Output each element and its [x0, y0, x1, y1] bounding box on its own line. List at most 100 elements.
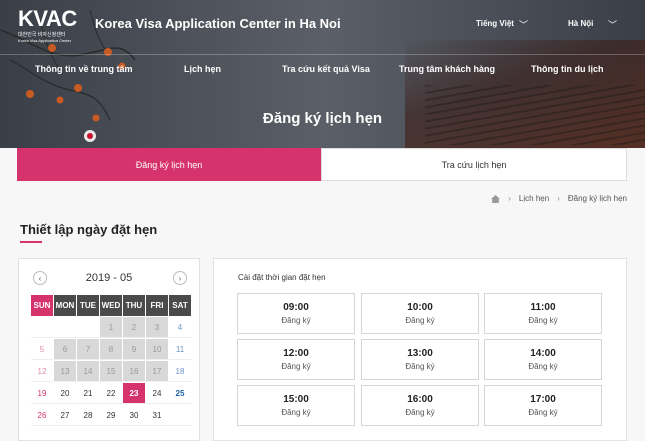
weekday-header: SAT	[169, 295, 191, 316]
calendar-day: 17	[146, 361, 168, 382]
time-slot-register-label: Đăng ký	[405, 408, 435, 417]
calendar-day: 3	[146, 317, 168, 338]
breadcrumb: › Lịch hẹn › Đăng ký lịch hẹn	[491, 194, 627, 203]
tab-lookup-appointment[interactable]: Tra cứu lịch hẹn	[321, 148, 627, 181]
calendar-day: 15	[100, 361, 122, 382]
calendar-day-empty	[77, 317, 99, 338]
weekday-header: MON	[54, 295, 76, 316]
time-slot-register-label: Đăng ký	[281, 362, 311, 371]
time-slot-1200[interactable]: 12:00 Đăng ký	[237, 339, 355, 380]
nav-item-travel-info[interactable]: Thông tin du lịch	[531, 64, 603, 74]
time-slot-1500[interactable]: 15:00 Đăng ký	[237, 385, 355, 426]
time-slot-1600[interactable]: 16:00 Đăng ký	[361, 385, 479, 426]
chevron-down-icon[interactable]: ﹀	[519, 18, 528, 31]
time-slot-1700[interactable]: 17:00 Đăng ký	[484, 385, 602, 426]
logo-subtitle-english: Korea Visa Application Center	[18, 38, 72, 43]
section-title-underline	[20, 241, 42, 243]
site-title: Korea Visa Application Center in Ha Noi	[95, 16, 341, 31]
calendar-day[interactable]: 19	[31, 383, 53, 404]
time-slot-time: 17:00	[530, 394, 556, 405]
nav-item-center-info[interactable]: Thông tin về trung tâm	[35, 64, 133, 74]
chevron-right-icon[interactable]: ›	[173, 271, 187, 285]
calendar-day-selected[interactable]: 23	[123, 383, 145, 404]
page-title: Đăng ký lịch hẹn	[262, 110, 383, 127]
city-selector[interactable]: Hà Nội	[568, 19, 593, 28]
breadcrumb-separator-icon: ›	[557, 194, 560, 203]
weekday-header: SUN	[31, 295, 53, 316]
time-slot-register-label: Đăng ký	[528, 408, 558, 417]
calendar-day-empty	[54, 317, 76, 338]
main-nav: Thông tin về trung tâm Lịch hẹn Tra cứu …	[0, 64, 645, 80]
calendar-day: 12	[31, 361, 53, 382]
calendar-day: 5	[31, 339, 53, 360]
nav-item-appointment[interactable]: Lịch hẹn	[184, 64, 221, 74]
calendar-day: 8	[100, 339, 122, 360]
calendar-day[interactable]: 24	[146, 383, 168, 404]
home-icon[interactable]	[491, 194, 501, 203]
calendar-day: 4	[169, 317, 191, 338]
nav-item-customer-center[interactable]: Trung tâm khách hàng	[399, 64, 495, 74]
calendar-day[interactable]: 20	[54, 383, 76, 404]
time-slot-0900[interactable]: 09:00 Đăng ký	[237, 293, 355, 334]
time-slot-time: 13:00	[407, 348, 433, 359]
date-calendar: ‹ 2019 - 05 › SUN MON TUE WED THU FRI SA…	[18, 258, 200, 441]
calendar-day: 16	[123, 361, 145, 382]
calendar-day: 7	[77, 339, 99, 360]
calendar-day[interactable]: 28	[77, 405, 99, 426]
calendar-day: 10	[146, 339, 168, 360]
time-slot-register-label: Đăng ký	[528, 362, 558, 371]
calendar-day[interactable]: 25	[169, 383, 191, 404]
calendar-day: 18	[169, 361, 191, 382]
time-slot-register-label: Đăng ký	[281, 316, 311, 325]
time-slot-register-label: Đăng ký	[405, 316, 435, 325]
weekday-header: THU	[123, 295, 145, 316]
weekday-header: FRI	[146, 295, 168, 316]
time-slot-time: 12:00	[283, 348, 309, 359]
time-slot-panel: Cài đặt thời gian đặt hẹn 09:00 Đăng ký …	[213, 258, 627, 441]
calendar-day: 1	[100, 317, 122, 338]
calendar-day[interactable]: 29	[100, 405, 122, 426]
calendar-day-empty	[169, 405, 191, 426]
calendar-day: 2	[123, 317, 145, 338]
calendar-header: ‹ 2019 - 05 ›	[19, 259, 199, 295]
time-slot-1300[interactable]: 13:00 Đăng ký	[361, 339, 479, 380]
calendar-day: 9	[123, 339, 145, 360]
weekday-header: WED	[100, 295, 122, 316]
calendar-month-label: 2019 - 05	[85, 272, 133, 284]
breadcrumb-item-register: Đăng ký lịch hẹn	[567, 194, 627, 203]
weekday-header: TUE	[77, 295, 99, 316]
time-slot-time: 15:00	[283, 394, 309, 405]
time-slot-register-label: Đăng ký	[405, 362, 435, 371]
nav-item-visa-result[interactable]: Tra cứu kết quả Visa	[282, 64, 370, 74]
calendar-day: 11	[169, 339, 191, 360]
calendar-day[interactable]: 22	[100, 383, 122, 404]
calendar-day: 13	[54, 361, 76, 382]
time-slot-1000[interactable]: 10:00 Đăng ký	[361, 293, 479, 334]
calendar-day-empty	[31, 317, 53, 338]
time-slot-register-label: Đăng ký	[528, 316, 558, 325]
calendar-day[interactable]: 27	[54, 405, 76, 426]
kvac-logo[interactable]: KVAC 대한민국 비자신청센터 Korea Visa Application …	[18, 6, 77, 44]
time-slot-time: 16:00	[407, 394, 433, 405]
calendar-day: 14	[77, 361, 99, 382]
top-bar: KVAC 대한민국 비자신청센터 Korea Visa Application …	[0, 0, 645, 52]
calendar-day[interactable]: 26	[31, 405, 53, 426]
language-selector[interactable]: Tiếng Việt	[476, 19, 514, 28]
calendar-grid: SUN MON TUE WED THU FRI SAT 1 2 3 4 5 6 …	[31, 295, 191, 426]
header-divider	[0, 54, 645, 55]
breadcrumb-separator-icon: ›	[508, 194, 511, 203]
time-slot-time: 09:00	[283, 302, 309, 313]
tab-register-appointment[interactable]: Đăng ký lịch hẹn	[17, 148, 321, 181]
calendar-day: 6	[54, 339, 76, 360]
logo-text: KVAC	[18, 6, 77, 31]
calendar-day[interactable]: 30	[123, 405, 145, 426]
time-slot-1100[interactable]: 11:00 Đăng ký	[484, 293, 602, 334]
section-title: Thiết lập ngày đặt hẹn	[20, 222, 158, 237]
chevron-down-icon[interactable]: ﹀	[608, 18, 617, 31]
time-slot-1400[interactable]: 14:00 Đăng ký	[484, 339, 602, 380]
time-slot-time: 10:00	[407, 302, 433, 313]
calendar-day[interactable]: 31	[146, 405, 168, 426]
time-slot-register-label: Đăng ký	[281, 408, 311, 417]
breadcrumb-item-appointment[interactable]: Lịch hẹn	[519, 194, 549, 203]
calendar-day[interactable]: 21	[77, 383, 99, 404]
